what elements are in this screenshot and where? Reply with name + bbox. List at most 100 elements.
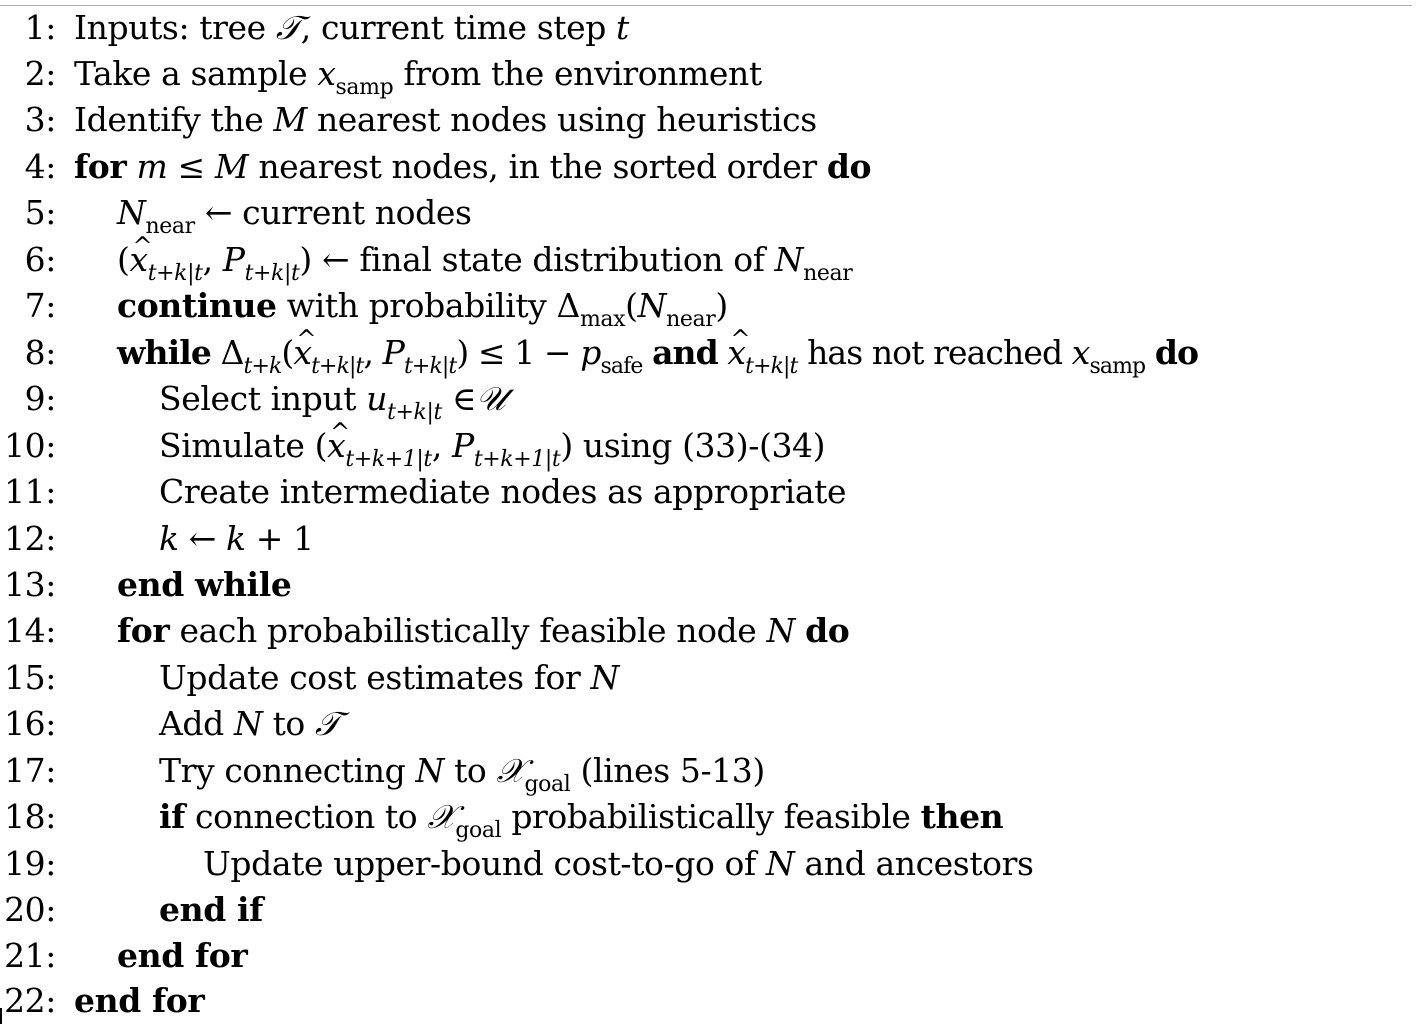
line-number: 6: (24, 240, 57, 279)
keyword: do (1154, 333, 1199, 372)
line-number: 19: (4, 844, 56, 883)
inputs-rest: , current time step (300, 8, 607, 47)
math-var: N (415, 751, 444, 790)
keyword: end while (117, 565, 292, 604)
line-number: 7: (24, 286, 57, 325)
line-number: 16: (4, 704, 56, 743)
line-number: 20: (4, 890, 56, 929)
line-number: 4: (24, 147, 57, 186)
text: from the environment (403, 54, 762, 93)
line-number: 12: (4, 519, 56, 558)
keyword: end if (159, 890, 263, 929)
keyword: end for (74, 981, 205, 1020)
keyword: continue (117, 286, 277, 325)
math-var: k (226, 519, 246, 558)
math-sub: max (579, 307, 626, 332)
line-number: 18: (4, 797, 56, 836)
math-op: + 1 (245, 519, 314, 558)
inputs-label: Inputs: tree (74, 8, 266, 47)
goal-set-symbol: 𝒳 (427, 797, 456, 836)
math-sub: t+k|t (387, 400, 442, 425)
keyword: for (74, 147, 127, 186)
keyword: end for (117, 936, 248, 975)
keyword: then (920, 797, 1004, 836)
text: (lines 5-13) (580, 751, 765, 790)
text: nearest nodes using heuristics (316, 100, 817, 139)
math-op: ← (178, 519, 227, 558)
text: to (454, 751, 487, 790)
text: each probabilistically feasible node (179, 611, 757, 650)
line-number: 3: (24, 100, 57, 139)
paren: ( (117, 240, 130, 279)
text: with probability Δ (286, 286, 581, 325)
text: nearest nodes, in the sorted order (258, 147, 817, 186)
text: Take a sample (74, 54, 308, 93)
text: Select input (159, 379, 357, 418)
line-number: 14: (4, 611, 56, 650)
paren: ) (715, 286, 728, 325)
paren: ( (281, 333, 294, 372)
keyword: do (805, 611, 850, 650)
tree-symbol: 𝒯 (275, 8, 301, 47)
input-set-symbol: 𝒰 (476, 379, 506, 418)
math-var: N (774, 240, 804, 279)
text: Create intermediate nodes as appropriate (159, 472, 847, 511)
math-var: N (590, 658, 619, 697)
time-var: t (616, 8, 629, 47)
keyword: and (652, 333, 719, 372)
text: Simulate ( (159, 426, 328, 465)
math-var: k (159, 519, 179, 558)
math-var: P (452, 426, 474, 465)
text: to (272, 704, 306, 743)
text: ← current nodes (204, 193, 472, 232)
line-number: 17: (4, 751, 56, 790)
math-var: P (222, 240, 245, 279)
line-number: 2: (24, 54, 57, 93)
math-sub: t+k|t (745, 354, 798, 379)
math-var: u (366, 379, 388, 418)
math-var: P (382, 333, 405, 372)
keyword: if (159, 797, 185, 836)
line-number: 5: (24, 193, 57, 232)
line-number: 9: (24, 379, 57, 418)
line-number: 1: (24, 8, 57, 47)
math-var: p (580, 333, 601, 372)
math-var-hat: x (293, 316, 315, 376)
math-op: ) ≤ 1 − (456, 333, 581, 372)
math-var: N (233, 704, 263, 743)
paren: ) (299, 240, 312, 279)
math-var: M (273, 100, 307, 139)
text: probabilistically feasible (511, 797, 911, 836)
math-var: N (765, 844, 795, 883)
text: Add (159, 704, 224, 743)
comma: , (431, 426, 442, 465)
keyword: while (117, 333, 212, 372)
math-op: ∈ (452, 379, 477, 418)
math-var-hat: x (727, 316, 749, 376)
goal-set-symbol: 𝒳 (496, 751, 525, 790)
tree-symbol: 𝒯 (315, 704, 340, 743)
text: ← final state distribution of (322, 240, 765, 279)
math-sub: near (803, 261, 853, 286)
text: Try connecting (159, 751, 406, 790)
line-number: 10: (4, 426, 56, 465)
line-number: 8: (24, 333, 57, 372)
keyword: do (826, 147, 872, 186)
math-sub: near (666, 307, 716, 332)
comma: , (363, 333, 374, 372)
text: has not reached (807, 333, 1063, 372)
line-number: 11: (4, 472, 56, 511)
text: ) using (33)-(34) (560, 426, 826, 465)
math-var: N (637, 286, 667, 325)
keyword: for (117, 611, 170, 650)
math-var-hat: x (327, 409, 350, 469)
math-var: Δ (220, 333, 245, 372)
math-var: x (317, 54, 336, 93)
line-number: 21: (4, 936, 56, 975)
text: Update cost estimates for (159, 658, 581, 697)
math-sub: safe (600, 354, 644, 379)
text: connection to (195, 797, 418, 836)
math-var: x (1071, 333, 1091, 372)
left-edge-mark (0, 1008, 2, 1024)
math-var-hat: x (129, 223, 152, 283)
